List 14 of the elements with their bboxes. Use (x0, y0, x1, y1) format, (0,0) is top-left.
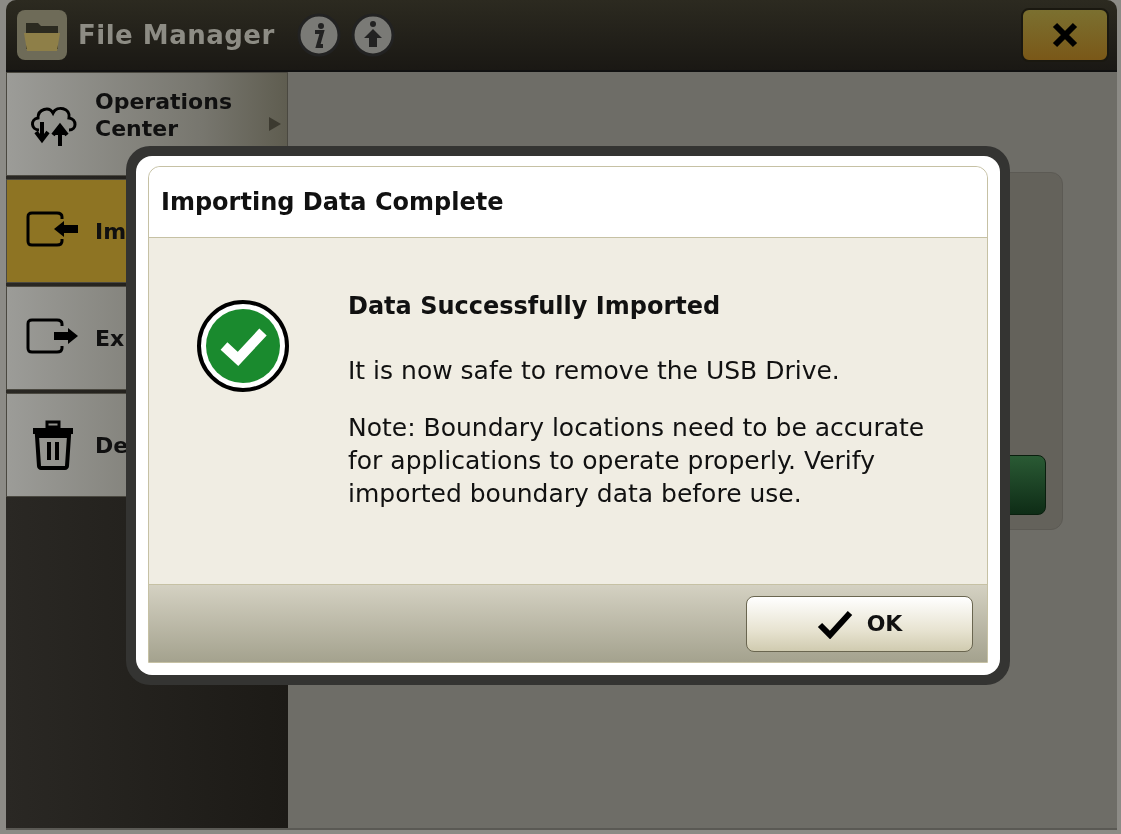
success-check-icon (197, 300, 289, 392)
trash-icon (31, 420, 75, 470)
dialog-title: Importing Data Complete (149, 167, 987, 238)
folder-icon[interactable] (16, 9, 68, 61)
message-heading: Data Successfully Imported (348, 292, 722, 320)
info-upload-icon[interactable] (350, 13, 395, 57)
message-text: It is now safe to remove the USB Drive. (348, 356, 841, 385)
ok-button[interactable]: OK (746, 595, 973, 652)
info-icon[interactable] (296, 13, 341, 57)
note-text: Note: Boundary locations need to be accurate for applications to operate properly. Verify imported boundary data before use. (348, 412, 926, 510)
window-title: File Manager (78, 20, 275, 50)
checkmark-icon (816, 608, 853, 639)
close-icon (1051, 21, 1079, 49)
close-button[interactable] (1021, 8, 1109, 62)
